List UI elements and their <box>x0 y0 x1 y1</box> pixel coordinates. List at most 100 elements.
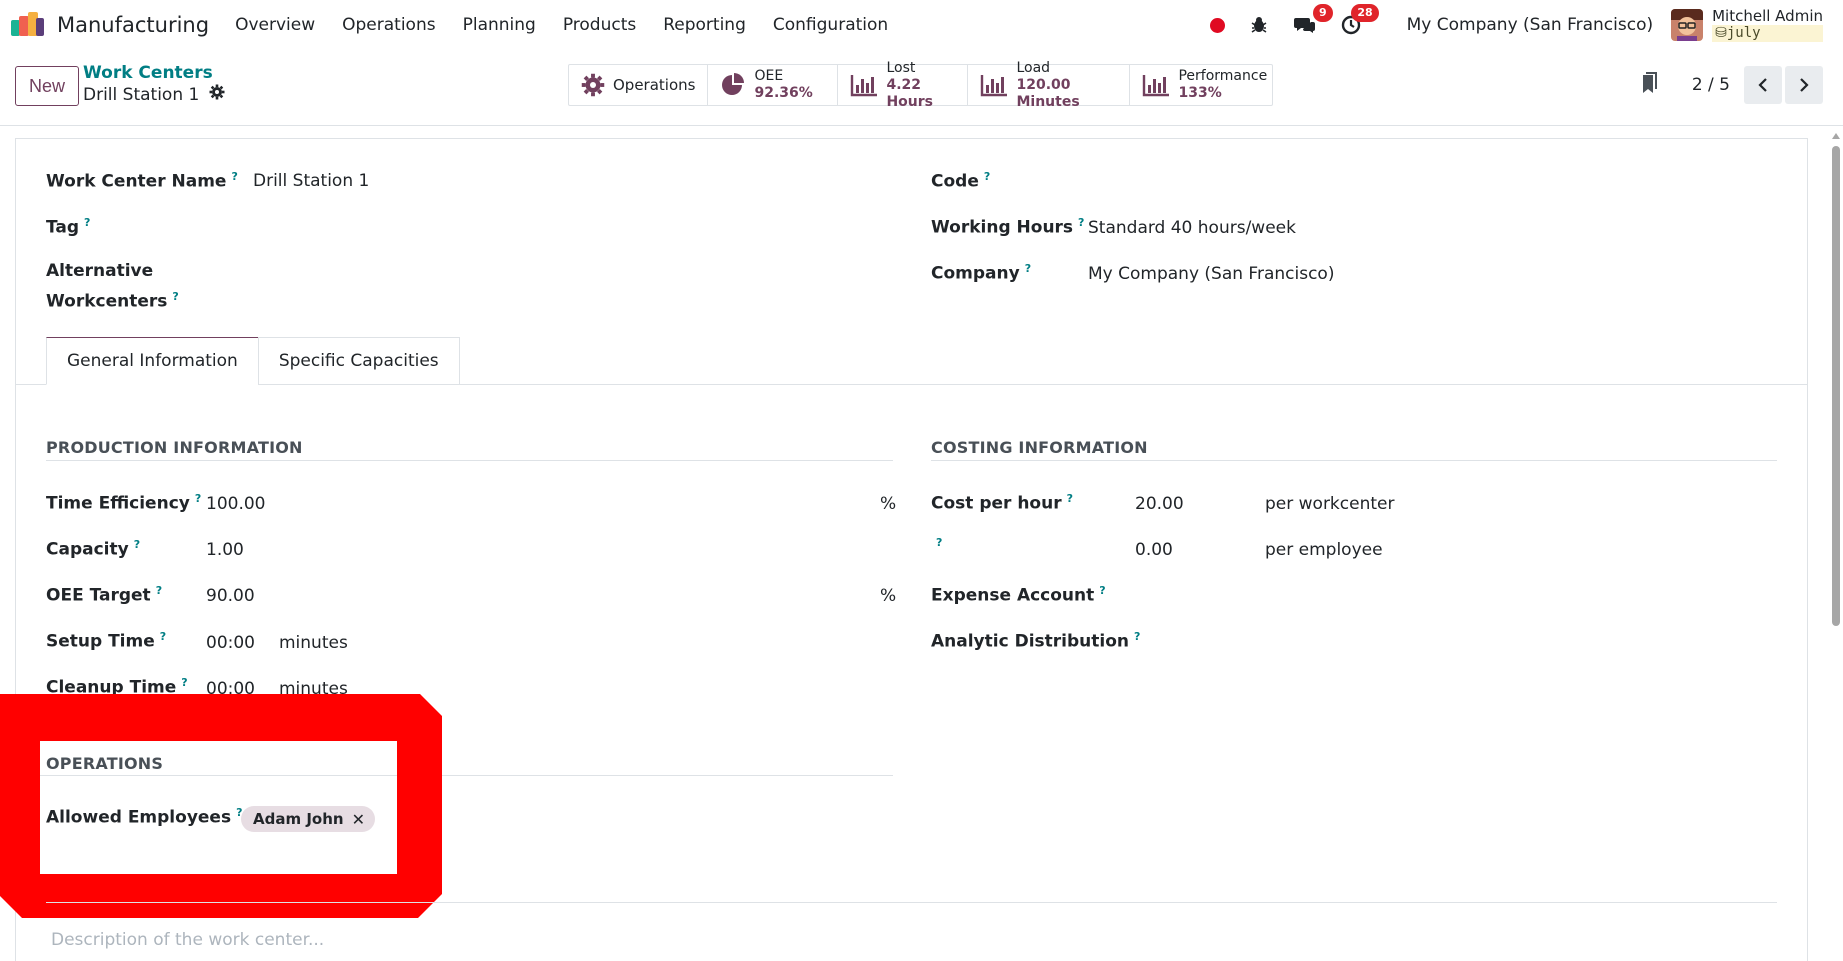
help-icon[interactable]: ? <box>160 630 166 643</box>
help-icon[interactable]: ? <box>1099 584 1105 597</box>
operations-smart-label: Operations <box>613 76 696 94</box>
performance-label: Performance <box>1178 68 1268 84</box>
help-icon[interactable]: ? <box>195 492 201 505</box>
tab-specific-capacities[interactable]: Specific Capacities <box>257 337 460 385</box>
help-icon[interactable]: ? <box>1134 630 1140 643</box>
help-icon[interactable]: ? <box>1078 216 1084 229</box>
help-icon[interactable]: ? <box>936 536 942 549</box>
performance-smart-button[interactable]: Performance 133% <box>1130 65 1272 105</box>
load-smart-button[interactable]: Load 120.00 Minutes <box>968 60 1131 110</box>
new-button[interactable]: New <box>15 66 79 106</box>
work-center-name-field[interactable]: Drill Station 1 <box>253 171 369 191</box>
costing-divider <box>931 460 1777 461</box>
production-divider <box>46 460 893 461</box>
expense-account-label: Expense Account? <box>931 584 1106 606</box>
main-menu: Overview Operations Planning Products Re… <box>235 15 915 35</box>
user-avatar[interactable] <box>1671 9 1704 41</box>
operations-title: OPERATIONS <box>46 754 164 773</box>
breadcrumb-current: Drill Station 1 <box>83 84 225 106</box>
lost-smart-button[interactable]: Lost 4.22 Hours <box>838 60 969 110</box>
employee-cost-field[interactable]: 0.00 <box>1135 540 1173 560</box>
oee-label: OEE <box>754 68 784 84</box>
menu-overview[interactable]: Overview <box>235 15 315 35</box>
help-icon[interactable]: ? <box>156 584 162 597</box>
scrollbar-thumb[interactable] <box>1832 146 1840 626</box>
menu-reporting[interactable]: Reporting <box>663 15 746 35</box>
remove-tag-icon[interactable]: ✕ <box>352 810 365 829</box>
recording-dot-icon[interactable] <box>1209 17 1225 33</box>
top-navbar: Manufacturing Overview Operations Planni… <box>0 0 1843 50</box>
bookmark-icon[interactable] <box>1640 71 1658 99</box>
bar-chart-icon <box>980 73 1008 97</box>
manufacturing-app-icon <box>11 12 45 38</box>
cost-per-hour-label: Cost per hour? <box>931 492 1073 514</box>
help-icon[interactable]: ? <box>1067 492 1073 505</box>
oee-value: 92.36% <box>754 85 813 101</box>
oee-target-label: OEE Target? <box>46 584 163 606</box>
cost-per-hour-unit: per workcenter <box>1265 494 1395 514</box>
pager-next-button[interactable] <box>1785 66 1823 104</box>
messages-icon[interactable]: 9 <box>1293 4 1333 37</box>
gear-icon[interactable] <box>209 84 225 106</box>
operations-divider-inner <box>40 775 397 776</box>
scroll-up-icon[interactable] <box>1832 133 1840 139</box>
capacity-field[interactable]: 1.00 <box>206 540 244 560</box>
bug-icon[interactable] <box>1247 13 1271 37</box>
pager-previous-button[interactable] <box>1744 66 1782 104</box>
working-hours-label: Working Hours? <box>931 216 1085 238</box>
analytic-distribution-label: Analytic Distribution? <box>931 630 1141 652</box>
production-information-title: PRODUCTION INFORMATION <box>46 438 303 457</box>
app-brand[interactable]: Manufacturing <box>11 12 209 38</box>
capacity-label: Capacity? <box>46 538 141 560</box>
company-label: Company? <box>931 262 1032 284</box>
help-icon[interactable]: ? <box>172 290 178 303</box>
menu-operations[interactable]: Operations <box>342 15 435 35</box>
lost-value: 4.22 Hours <box>886 76 934 110</box>
oee-smart-button[interactable]: OEE 92.36% <box>708 65 839 105</box>
activities-badge: 28 <box>1351 4 1379 22</box>
page-scrollbar[interactable] <box>1829 130 1843 961</box>
breadcrumb-work-centers[interactable]: Work Centers <box>83 63 225 84</box>
help-icon[interactable]: ? <box>984 170 990 183</box>
help-icon[interactable]: ? <box>181 676 187 689</box>
messages-badge: 9 <box>1312 4 1333 22</box>
performance-value: 133% <box>1178 85 1222 101</box>
allowed-employees-label: Allowed Employees? <box>46 806 243 828</box>
control-panel: New Work Centers Drill Station 1 Operati… <box>0 50 1843 126</box>
costing-information-title: COSTING INFORMATION <box>931 438 1148 457</box>
help-icon[interactable]: ? <box>134 538 140 551</box>
employee-cost-unit: per employee <box>1265 540 1383 560</box>
app-name: Manufacturing <box>57 13 210 37</box>
description-field[interactable]: Description of the work center... <box>51 930 324 950</box>
operations-smart-button[interactable]: Operations <box>569 65 709 105</box>
pager-value[interactable]: 2 / 5 <box>1692 75 1730 95</box>
company-field[interactable]: My Company (San Francisco) <box>1088 264 1334 284</box>
cost-per-hour-field[interactable]: 20.00 <box>1135 494 1184 514</box>
smart-buttons: Operations OEE 92.36% Lost 4.22 Hours Lo… <box>568 60 1274 110</box>
company-switcher[interactable]: My Company (San Francisco) <box>1407 15 1653 35</box>
work-center-name-label: Work Center Name? <box>46 170 238 192</box>
menu-planning[interactable]: Planning <box>463 15 536 35</box>
time-efficiency-field[interactable]: 100.00 <box>206 494 265 514</box>
database-name: ⛁july <box>1712 25 1823 42</box>
menu-configuration[interactable]: Configuration <box>773 15 888 35</box>
setup-time-field[interactable]: 00:00 <box>206 633 255 653</box>
employee-tag[interactable]: Adam John ✕ <box>241 806 375 832</box>
help-icon[interactable]: ? <box>231 170 237 183</box>
setup-time-unit: minutes <box>279 633 348 653</box>
menu-products[interactable]: Products <box>563 15 636 35</box>
setup-time-label: Setup Time? <box>46 630 167 652</box>
breadcrumb: Work Centers Drill Station 1 <box>83 63 225 106</box>
help-icon[interactable]: ? <box>84 216 90 229</box>
oee-target-field[interactable]: 90.00 <box>206 586 255 606</box>
code-label: Code? <box>931 170 991 192</box>
pie-chart-icon <box>720 72 746 98</box>
activities-clock-icon[interactable]: 28 <box>1339 4 1379 37</box>
user-menu[interactable]: Mitchell Admin ⛁july <box>1712 8 1823 42</box>
alternative-workcenters-label: Alternative Workcenters? <box>46 261 179 312</box>
tab-general-information[interactable]: General Information <box>46 337 259 385</box>
chevron-left-icon <box>1758 78 1767 92</box>
help-icon[interactable]: ? <box>1025 262 1031 275</box>
working-hours-field[interactable]: Standard 40 hours/week <box>1088 218 1296 238</box>
bar-chart-icon <box>1142 73 1170 97</box>
